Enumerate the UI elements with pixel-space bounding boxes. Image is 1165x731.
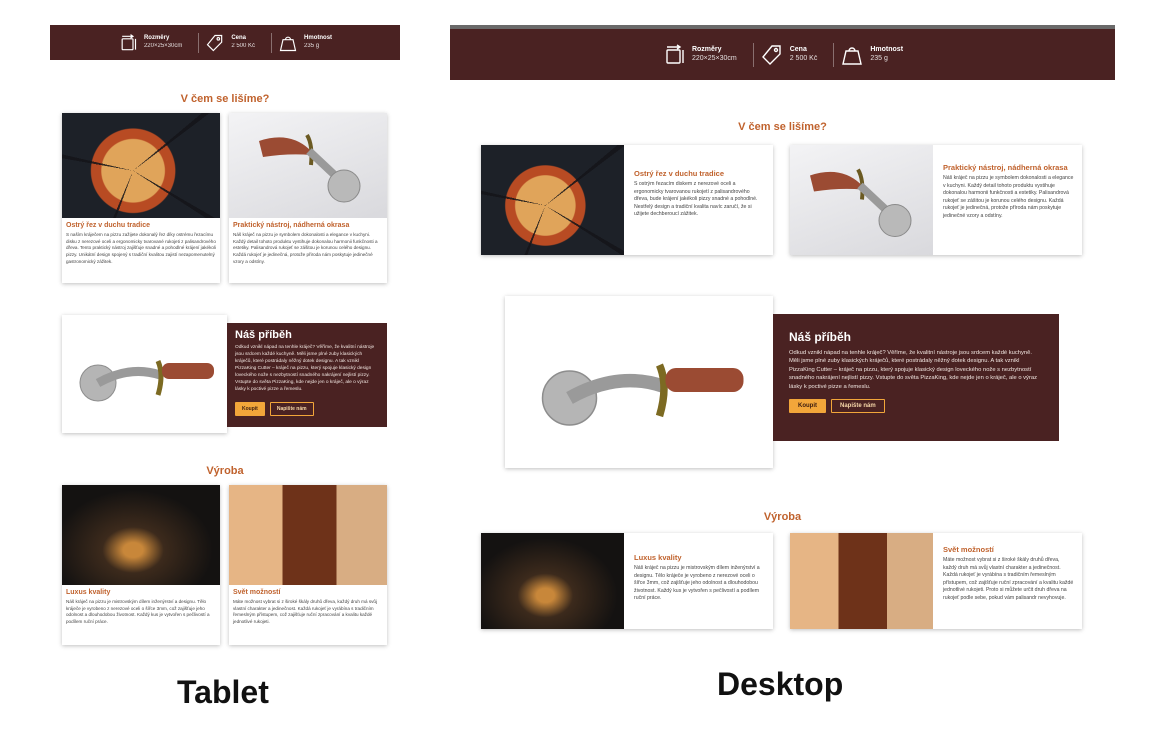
story-text: Odkud vznikl nápad na tenhle kráječ? Věř… <box>235 345 375 392</box>
feature-card: Praktický nástroj, nádherná okrasa Náš k… <box>790 145 1082 255</box>
weight-icon <box>279 36 297 51</box>
card-text: Náš kráječ na pizzu je mistrovským dílem… <box>66 599 210 624</box>
dimensions-icon <box>121 33 137 50</box>
spec-weight: Hmotnost 235 g <box>271 32 338 53</box>
wood-image <box>229 485 387 585</box>
card-title: Praktický nástroj, nádherná okrasa <box>233 222 350 229</box>
card-text: Máte možnost vybrat si z široké škály dr… <box>943 557 1074 601</box>
spec-bar: Rozměry 220×25×30cm Cena 2 500 Kč Hmotnost… <box>450 25 1115 80</box>
feature-card: Praktický nástroj, nádherná okrasa Náš k… <box>229 113 387 283</box>
wood-image <box>790 533 933 629</box>
tablet-label: Tablet <box>177 674 269 710</box>
feature-card: Ostrý řez v duchu tradice S ostrým řezac… <box>481 145 773 255</box>
spec-weight: Hmotnost 235 g <box>833 42 909 67</box>
card-title: Ostrý řez v duchu tradice <box>66 222 151 229</box>
spec-value: 2 500 Kč <box>231 42 256 49</box>
card-text: S naším kráječem na pizzu zažijete dokon… <box>66 232 217 264</box>
spec-value: 2 500 Kč <box>789 54 818 62</box>
card-title: Svět možností <box>943 545 994 554</box>
section-title-difference: V čem se lišíme? <box>180 93 270 105</box>
card-title: Luxus kvality <box>634 553 682 562</box>
weight-icon <box>842 46 863 65</box>
card-title: Praktický nástroj, nádherná okrasa <box>943 163 1068 172</box>
spec-dimensions: Rozměry 220×25×30cm <box>656 43 743 67</box>
card-title: Svět možností <box>233 589 281 596</box>
pizza-image <box>62 113 220 218</box>
production-card: Svět možností Máte možnost vybrat si z š… <box>229 485 387 645</box>
dimensions-icon <box>666 43 684 64</box>
production-card: Luxus kvality Náš kráječ na pizzu je mis… <box>62 485 220 645</box>
spec-label: Hmotnost <box>304 35 333 41</box>
story-text: Odkud vznikl nápad na tenhle kráječ? Věř… <box>789 350 1038 390</box>
spec-label: Hmotnost <box>870 45 904 53</box>
spec-label: Rozměry <box>143 35 170 41</box>
spec-label: Rozměry <box>691 45 722 53</box>
production-card: Luxus kvality Náš kráječ na pizzu je mis… <box>481 533 773 629</box>
buy-button[interactable]: Koupit <box>789 398 826 413</box>
story-box: Náš příběh Odkud vznikl nápad na tenhle … <box>227 323 387 427</box>
workshop-image <box>481 533 624 629</box>
card-text: Máte možnost vybrat si z široké škály dr… <box>233 599 377 624</box>
pizza-cutter-icon <box>259 133 361 203</box>
spec-value: 220×25×30cm <box>691 54 737 62</box>
cutter-image <box>790 145 933 255</box>
desktop-label: Desktop <box>717 666 844 702</box>
production-card: Svět možností Máte možnost vybrat si z š… <box>790 533 1082 629</box>
desktop-preview: Rozměry 220×25×30cm Cena 2 500 Kč Hmotnost… <box>450 25 1115 645</box>
card-title: Luxus kvality <box>66 589 111 596</box>
story-image <box>62 315 227 433</box>
spec-value: 235 g <box>870 54 888 62</box>
card-text: Náš kráječ na pizzu je symbolem dokonalo… <box>943 175 1074 219</box>
spec-dimensions: Rozměry 220×25×30cm <box>112 33 188 53</box>
pizza-image <box>481 145 624 255</box>
spec-bar: Rozměry 220×25×30cm Cena 2 500 Kč Hmotnost… <box>50 25 400 60</box>
spec-value: 235 g <box>304 42 320 49</box>
price-tag-icon <box>207 34 223 51</box>
spec-label: Cena <box>789 45 807 53</box>
buy-button[interactable]: Koupit <box>235 401 265 416</box>
card-text: S ostrým řezacím diskem z nerezové oceli… <box>634 181 758 218</box>
feature-card: Ostrý řez v duchu tradice S naším kráječ… <box>62 113 220 283</box>
spec-label: Cena <box>231 35 247 41</box>
price-tag-icon <box>761 44 781 65</box>
spec-value: 220×25×30cm <box>143 42 183 49</box>
card-text: Náš kráječ na pizzu je symbolem dokonalo… <box>233 232 378 264</box>
story-box: Náš příběh Odkud vznikl nápad na tenhle … <box>773 314 1059 441</box>
spec-price: Cena 2 500 Kč <box>198 32 261 53</box>
section-title-production: Výroba <box>763 511 802 523</box>
spec-price: Cena 2 500 Kč <box>752 42 824 67</box>
section-title-difference: V čem se lišíme? <box>738 121 827 133</box>
section-title-production: Výroba <box>206 465 244 477</box>
card-title: Ostrý řez v duchu tradice <box>634 169 725 178</box>
contact-button[interactable]: Napište nám <box>269 401 314 416</box>
pizza-cutter-icon <box>810 168 912 237</box>
story-image <box>505 296 773 468</box>
pizza-cutter-icon <box>541 363 744 426</box>
cutter-image <box>229 113 387 218</box>
workshop-image <box>62 485 220 585</box>
tablet-preview: Rozměry 220×25×30cm Cena 2 500 Kč Hmotnost… <box>50 25 400 655</box>
contact-button[interactable]: Napište nám <box>831 398 885 413</box>
pizza-cutter-icon <box>79 360 214 402</box>
story-title: Náš příběh <box>235 329 292 341</box>
story-title: Náš příběh <box>789 330 852 344</box>
card-text: Náš kráječ na pizzu je mistrovským dílem… <box>634 565 760 602</box>
